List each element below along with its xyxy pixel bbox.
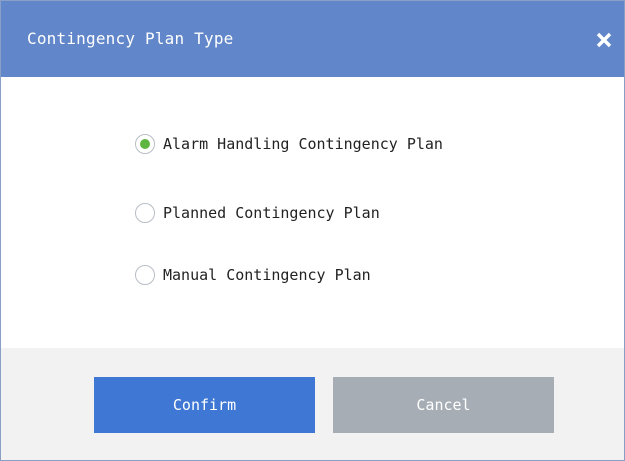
- dialog-titlebar: Contingency Plan Type: [1, 1, 624, 77]
- close-icon: [596, 32, 612, 48]
- confirm-button[interactable]: Confirm: [94, 377, 315, 433]
- close-button[interactable]: [592, 28, 616, 52]
- dialog-footer: Confirm Cancel: [1, 348, 624, 460]
- option-label: Alarm Handling Contingency Plan: [163, 135, 443, 153]
- radio-alarm-handling[interactable]: [135, 134, 155, 154]
- option-label: Manual Contingency Plan: [163, 266, 371, 284]
- radio-manual[interactable]: [135, 265, 155, 285]
- option-planned[interactable]: Planned Contingency Plan: [135, 203, 380, 223]
- option-alarm-handling[interactable]: Alarm Handling Contingency Plan: [135, 134, 443, 154]
- cancel-button[interactable]: Cancel: [333, 377, 554, 433]
- dialog-body: Alarm Handling Contingency Plan Planned …: [1, 77, 624, 348]
- radio-planned[interactable]: [135, 203, 155, 223]
- contingency-plan-type-dialog: Contingency Plan Type Alarm Handling Con…: [0, 0, 625, 461]
- option-label: Planned Contingency Plan: [163, 204, 380, 222]
- option-manual[interactable]: Manual Contingency Plan: [135, 265, 371, 285]
- dialog-title: Contingency Plan Type: [27, 29, 234, 48]
